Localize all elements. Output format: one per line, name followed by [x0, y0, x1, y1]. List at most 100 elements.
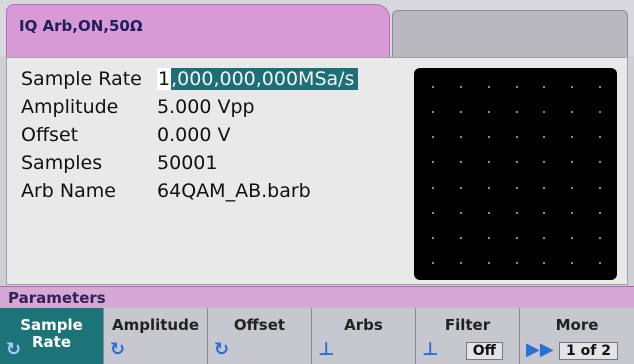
constellation-point — [487, 161, 490, 164]
constellation-point — [543, 262, 546, 264]
constellation-point — [571, 136, 574, 139]
param-row-arb-name[interactable]: Arb Name 64QAM_AB.barb — [21, 180, 311, 208]
param-value-rest: ,000,000,000MSa/s — [171, 68, 355, 90]
constellation-point — [571, 186, 574, 189]
constellation-point — [543, 186, 546, 189]
constellation-point — [543, 236, 546, 239]
constellation-point — [432, 161, 434, 164]
softkey-sub-value: Off — [465, 342, 503, 360]
inactive-tab — [392, 10, 628, 58]
constellation-point — [459, 236, 462, 239]
param-value-editing[interactable]: 1,000,000,000MSa/s — [157, 68, 359, 90]
softkey-amplitude[interactable]: Amplitude ↻ — [104, 308, 208, 364]
constellation-point — [599, 236, 601, 239]
constellation-point — [599, 211, 601, 214]
constellation-point — [543, 211, 546, 214]
rotary-knob-icon: ↻ — [214, 339, 230, 360]
constellation-point — [487, 186, 490, 189]
param-row-offset[interactable]: Offset 0.000 V — [21, 124, 230, 152]
constellation-point — [487, 211, 490, 214]
constellation-point — [432, 86, 434, 88]
constellation-point — [599, 111, 601, 114]
constellation-point — [459, 136, 462, 139]
constellation-point — [487, 136, 490, 139]
next-page-icon: ▶▶ — [526, 339, 554, 360]
constellation-point — [432, 236, 434, 239]
constellation-point — [459, 111, 462, 114]
constellation-point — [571, 161, 574, 164]
constellation-point — [571, 262, 574, 264]
constellation-point — [432, 211, 434, 214]
constellation-point — [459, 161, 462, 164]
constellation-point — [543, 136, 546, 139]
constellation-point — [515, 111, 518, 114]
constellation-point — [432, 186, 434, 189]
constellation-point — [571, 211, 574, 214]
param-label: Samples — [21, 152, 103, 174]
active-tab: IQ Arb,ON,50Ω — [6, 4, 390, 58]
title-tab-bar: IQ Arb,ON,50Ω — [0, 0, 634, 58]
edit-cursor: 1 — [157, 68, 172, 90]
constellation-point — [515, 136, 518, 139]
constellation-point — [432, 111, 434, 114]
param-row-samples[interactable]: Samples 50001 — [21, 152, 218, 180]
constellation-point — [432, 262, 434, 264]
constellation-point — [599, 186, 601, 189]
softkey-arbs[interactable]: Arbs ⊥ — [312, 308, 416, 364]
constellation-point — [515, 262, 518, 264]
softkey-bar: Sample Rate ↻ Amplitude ↻ Offset ↻ Arbs … — [0, 308, 634, 364]
softkey-more[interactable]: More ▶▶ 1 of 2 — [520, 308, 634, 364]
param-label: Offset — [21, 124, 79, 146]
constellation-point — [459, 186, 462, 189]
softkey-filter[interactable]: Filter ⊥ Off — [416, 308, 520, 364]
param-value: 0.000 V — [157, 124, 231, 146]
constellation-point — [599, 262, 601, 264]
constellation-point — [432, 136, 434, 139]
instrument-screen: IQ Arb,ON,50Ω Sample Rate 1,000,000,000M… — [0, 0, 634, 364]
constellation-point — [459, 262, 462, 264]
waveform-preview — [414, 68, 617, 280]
constellation-point — [515, 211, 518, 214]
parameters-title: Parameters — [8, 289, 106, 307]
param-value: 5.000 Vpp — [157, 96, 255, 118]
submenu-down-icon: ⊥ — [422, 339, 439, 360]
constellation-point — [459, 86, 462, 88]
tab-title: IQ Arb,ON,50Ω — [19, 17, 143, 35]
constellation-point — [515, 186, 518, 189]
softkey-offset[interactable]: Offset ↻ — [208, 308, 312, 364]
param-row-sample-rate[interactable]: Sample Rate 1,000,000,000MSa/s — [21, 68, 359, 96]
softkey-label: Sample — [20, 316, 83, 334]
constellation-point — [459, 211, 462, 214]
constellation-point — [599, 136, 601, 139]
softkey-label: More — [555, 316, 599, 334]
constellation-point — [571, 236, 574, 239]
softkey-label: Offset — [233, 316, 286, 334]
param-label: Sample Rate — [21, 68, 142, 90]
constellation-point — [487, 86, 490, 88]
rotary-knob-icon: ↻ — [110, 339, 126, 360]
constellation-point — [515, 236, 518, 239]
rotary-knob-icon: ↻ — [6, 339, 22, 360]
constellation-point — [487, 262, 490, 264]
constellation-point — [515, 86, 518, 88]
constellation-point — [599, 161, 601, 164]
softkey-label: Arbs — [344, 316, 383, 334]
parameter-panel: Sample Rate 1,000,000,000MSa/s Amplitude… — [6, 57, 628, 285]
softkey-sample-rate[interactable]: Sample Rate ↻ — [0, 308, 104, 364]
constellation-point — [571, 86, 574, 88]
constellation-point — [487, 111, 490, 114]
constellation-point — [543, 111, 546, 114]
constellation-point — [571, 111, 574, 114]
constellation-point — [599, 86, 601, 88]
parameters-bar: Parameters — [0, 286, 634, 309]
constellation-point — [543, 86, 546, 88]
constellation-point — [515, 161, 518, 164]
param-value: 50001 — [157, 152, 218, 174]
constellation-point — [487, 236, 490, 239]
softkey-label: Filter — [444, 316, 491, 334]
param-label: Amplitude — [21, 96, 119, 118]
submenu-down-icon: ⊥ — [318, 339, 335, 360]
softkey-label: Amplitude — [111, 316, 200, 334]
param-row-amplitude[interactable]: Amplitude 5.000 Vpp — [21, 96, 255, 124]
constellation-point — [543, 161, 546, 164]
